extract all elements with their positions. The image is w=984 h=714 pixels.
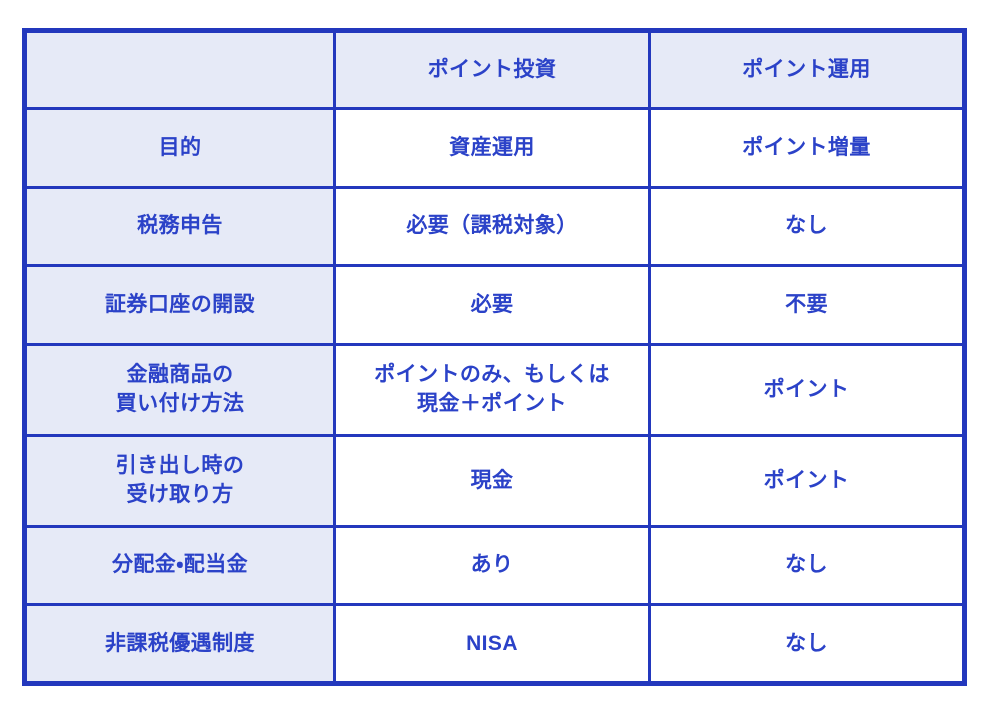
row-label-mokuteki: 目的: [23, 107, 336, 189]
comparison-table: ポイント投資 ポイント運用 目的 資産運用 ポイント増量 税務申告 必要（課税対…: [22, 28, 967, 686]
row-label-line: 分配金・配当金: [111, 553, 249, 577]
cell-line: NISA: [466, 631, 518, 655]
cell-line: 現金: [470, 468, 514, 492]
table-body: 目的 資産運用 ポイント増量 税務申告 必要（課税対象） なし 証券口座の開設 …: [23, 107, 966, 685]
row-label-line: 非課税優遇制度: [105, 631, 255, 655]
cell-mokuteki-point-unyou: ポイント増量: [648, 107, 966, 189]
cell-line: 資産運用: [449, 135, 535, 159]
cell-line: ポイント増量: [742, 135, 871, 159]
column-header-point-toushi: ポイント投資: [333, 29, 651, 110]
cell-line: 必要: [470, 292, 514, 316]
table-header: ポイント投資 ポイント運用: [23, 29, 966, 110]
cell-kaitsuke-houhou-point-unyou: ポイント: [648, 342, 966, 437]
cell-line: なし: [785, 214, 828, 238]
cell-shoken-kouza-point-toushi: 必要: [333, 264, 651, 346]
row-label-line: 引き出し時の: [115, 454, 245, 478]
row-label-line: 受け取り方: [126, 482, 234, 506]
row-label-zeimu-shinkoku: 税務申告: [23, 185, 336, 268]
cell-shoken-kouza-point-unyou: 不要: [648, 264, 966, 346]
table-row: 税務申告 必要（課税対象） なし: [23, 185, 966, 268]
table-row: 証券口座の開設 必要 不要: [23, 264, 966, 346]
cell-hikidashi-uketori-point-toushi: 現金: [333, 433, 651, 528]
header-blank-corner: [23, 29, 336, 110]
row-label-line: 税務申告: [137, 214, 223, 238]
table-row: 引き出し時の 受け取り方 現金 ポイント: [23, 433, 966, 528]
cell-mokuteki-point-toushi: 資産運用: [333, 107, 651, 189]
cell-bunpaikin-haitoukin-point-toushi: あり: [333, 524, 651, 607]
row-label-line: 証券口座の開設: [105, 292, 255, 316]
cell-line: 必要（課税対象）: [406, 214, 578, 238]
cell-line: なし: [785, 631, 828, 655]
cell-line: あり: [470, 553, 514, 577]
column-header-point-unyou: ポイント運用: [648, 29, 966, 110]
row-label-bunpaikin-haitoukin: 分配金・配当金: [23, 524, 336, 607]
comparison-table-container: ポイント投資 ポイント運用 目的 資産運用 ポイント増量 税務申告 必要（課税対…: [22, 28, 967, 686]
row-label-line: 目的: [158, 135, 202, 159]
cell-hikazei-yuguu-seido-point-unyou: なし: [648, 603, 966, 685]
table-row: 分配金・配当金 あり なし: [23, 524, 966, 607]
row-label-shoken-kouza: 証券口座の開設: [23, 264, 336, 346]
row-label-kaitsuke-houhou: 金融商品の 買い付け方法: [23, 342, 336, 437]
cell-hikidashi-uketori-point-unyou: ポイント: [648, 433, 966, 528]
cell-line: 現金＋ポイント: [417, 391, 567, 415]
row-label-hikazei-yuguu-seido: 非課税優遇制度: [23, 603, 336, 685]
row-label-hikidashi-uketori: 引き出し時の 受け取り方: [23, 433, 336, 528]
cell-line: なし: [785, 553, 828, 577]
cell-kaitsuke-houhou-point-toushi: ポイントのみ、もしくは 現金＋ポイント: [333, 342, 651, 437]
cell-line: ポイント: [763, 468, 850, 492]
table-row: 金融商品の 買い付け方法 ポイントのみ、もしくは 現金＋ポイント ポイント: [23, 342, 966, 437]
table-header-row: ポイント投資 ポイント運用: [23, 29, 966, 110]
row-label-line: 買い付け方法: [115, 391, 245, 415]
cell-bunpaikin-haitoukin-point-unyou: なし: [648, 524, 966, 607]
cell-line: ポイント: [763, 377, 850, 401]
cell-line: ポイントのみ、もしくは: [374, 363, 610, 387]
cell-zeimu-shinkoku-point-toushi: 必要（課税対象）: [333, 185, 651, 268]
row-label-line: 金融商品の: [126, 363, 234, 387]
cell-line: 不要: [785, 292, 828, 316]
table-row: 非課税優遇制度 NISA なし: [23, 603, 966, 685]
cell-zeimu-shinkoku-point-unyou: なし: [648, 185, 966, 268]
cell-hikazei-yuguu-seido-point-toushi: NISA: [333, 603, 651, 685]
table-row: 目的 資産運用 ポイント増量: [23, 107, 966, 189]
